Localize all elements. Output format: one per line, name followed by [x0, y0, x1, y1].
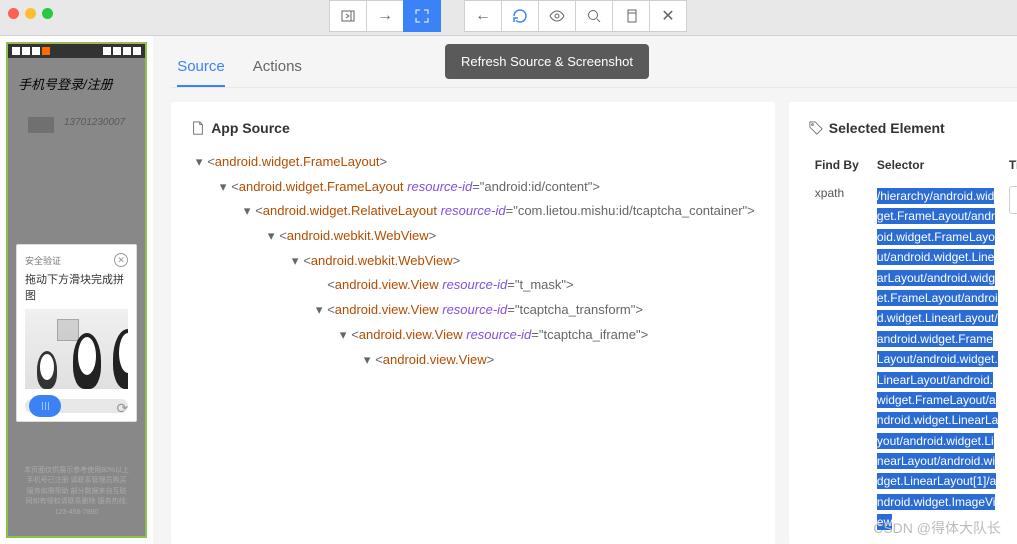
search-icon[interactable] [575, 0, 613, 32]
arrow-icon[interactable]: → [366, 0, 404, 32]
get-timing-button[interactable]: Get Timing [1009, 186, 1017, 214]
table-header-row: Find By Selector Time (ms) [811, 152, 1017, 178]
table-row: xpath /hierarchy/android.widget.FrameLay… [811, 180, 1017, 539]
source-tree[interactable]: ▾<android.widget.FrameLayout>▾<android.w… [191, 150, 755, 372]
tree-node[interactable]: ▾<android.widget.FrameLayout> [191, 150, 755, 175]
captcha-dialog: 安全验证 ✕ 拖动下方滑块完成拼图 ⟳ [16, 244, 137, 422]
tree-node[interactable]: ▾<android.view.View resource-id="tcaptch… [191, 323, 755, 348]
refresh-icon[interactable] [501, 0, 539, 32]
captcha-close-icon[interactable]: ✕ [114, 253, 128, 267]
findby-cell: xpath [811, 180, 871, 539]
captcha-image [25, 309, 128, 389]
col-findby: Find By [811, 152, 871, 178]
phone-number-input[interactable]: 13701230007 [64, 117, 125, 133]
tree-node[interactable]: ▾<android.widget.FrameLayout resource-id… [191, 175, 755, 200]
device-preview: 手机号登录/注册 13701230007 安全验证 ✕ 拖动下方滑块完成拼图 [0, 36, 153, 544]
tree-node[interactable]: ▾<android.webkit.WebView> [191, 224, 755, 249]
slider-track[interactable] [25, 399, 128, 413]
captcha-refresh-icon[interactable]: ⟳ [116, 400, 128, 417]
col-selector: Selector [873, 152, 1003, 178]
app-source-title: App Source [211, 120, 290, 136]
phone-page-title: 手机号登录/注册 [8, 58, 145, 97]
phone-footer-text: 本页面仅供展示参考使用80%以上手机号已注册 请联系管理员购买服务如需帮助 部分… [8, 466, 145, 519]
close-icon[interactable]: ✕ [649, 0, 687, 32]
tab-actions[interactable]: Actions [253, 58, 302, 87]
dock-icon[interactable] [329, 0, 367, 32]
captcha-header-label: 安全验证 [25, 254, 61, 267]
selector-cell[interactable]: /hierarchy/android.widget.FrameLayout/an… [873, 180, 1003, 539]
slider-thumb[interactable] [29, 395, 61, 417]
phone-status-bar [8, 44, 145, 58]
tab-source[interactable]: Source [177, 58, 225, 87]
copy-icon[interactable] [612, 0, 650, 32]
window-min-dot[interactable] [25, 8, 36, 19]
window-close-dot[interactable] [8, 8, 19, 19]
col-time: Time (ms) [1005, 152, 1017, 178]
eye-icon[interactable] [538, 0, 576, 32]
country-code-btn[interactable] [28, 117, 54, 133]
app-source-panel: App Source ▾<android.widget.FrameLayout>… [171, 102, 775, 544]
main-toolbar: → ← ✕ [330, 0, 687, 32]
captcha-title: 拖动下方滑块完成拼图 [25, 271, 128, 303]
puzzle-slot [57, 319, 79, 341]
tag-icon [809, 121, 823, 135]
tree-node[interactable]: <android.view.View resource-id="t_mask"> [191, 273, 755, 298]
document-icon [191, 121, 205, 135]
selected-element-panel: Selected Element Find By Selector Time (… [789, 102, 1017, 544]
window-max-dot[interactable] [42, 8, 53, 19]
watermark: CSDN @得体大队长 [873, 518, 1001, 538]
expand-icon[interactable] [403, 0, 441, 32]
time-cell: Get Timing [1005, 180, 1017, 539]
tree-node[interactable]: ▾<android.webkit.WebView> [191, 249, 755, 274]
selected-element-title: Selected Element [829, 120, 945, 136]
tree-node[interactable]: ▾<android.view.View> [191, 348, 755, 373]
tree-node[interactable]: ▾<android.widget.RelativeLayout resource… [191, 199, 755, 224]
tree-node[interactable]: ▾<android.view.View resource-id="tcaptch… [191, 298, 755, 323]
refresh-tooltip: Refresh Source & Screenshot [445, 44, 649, 79]
back-icon[interactable]: ← [464, 0, 502, 32]
